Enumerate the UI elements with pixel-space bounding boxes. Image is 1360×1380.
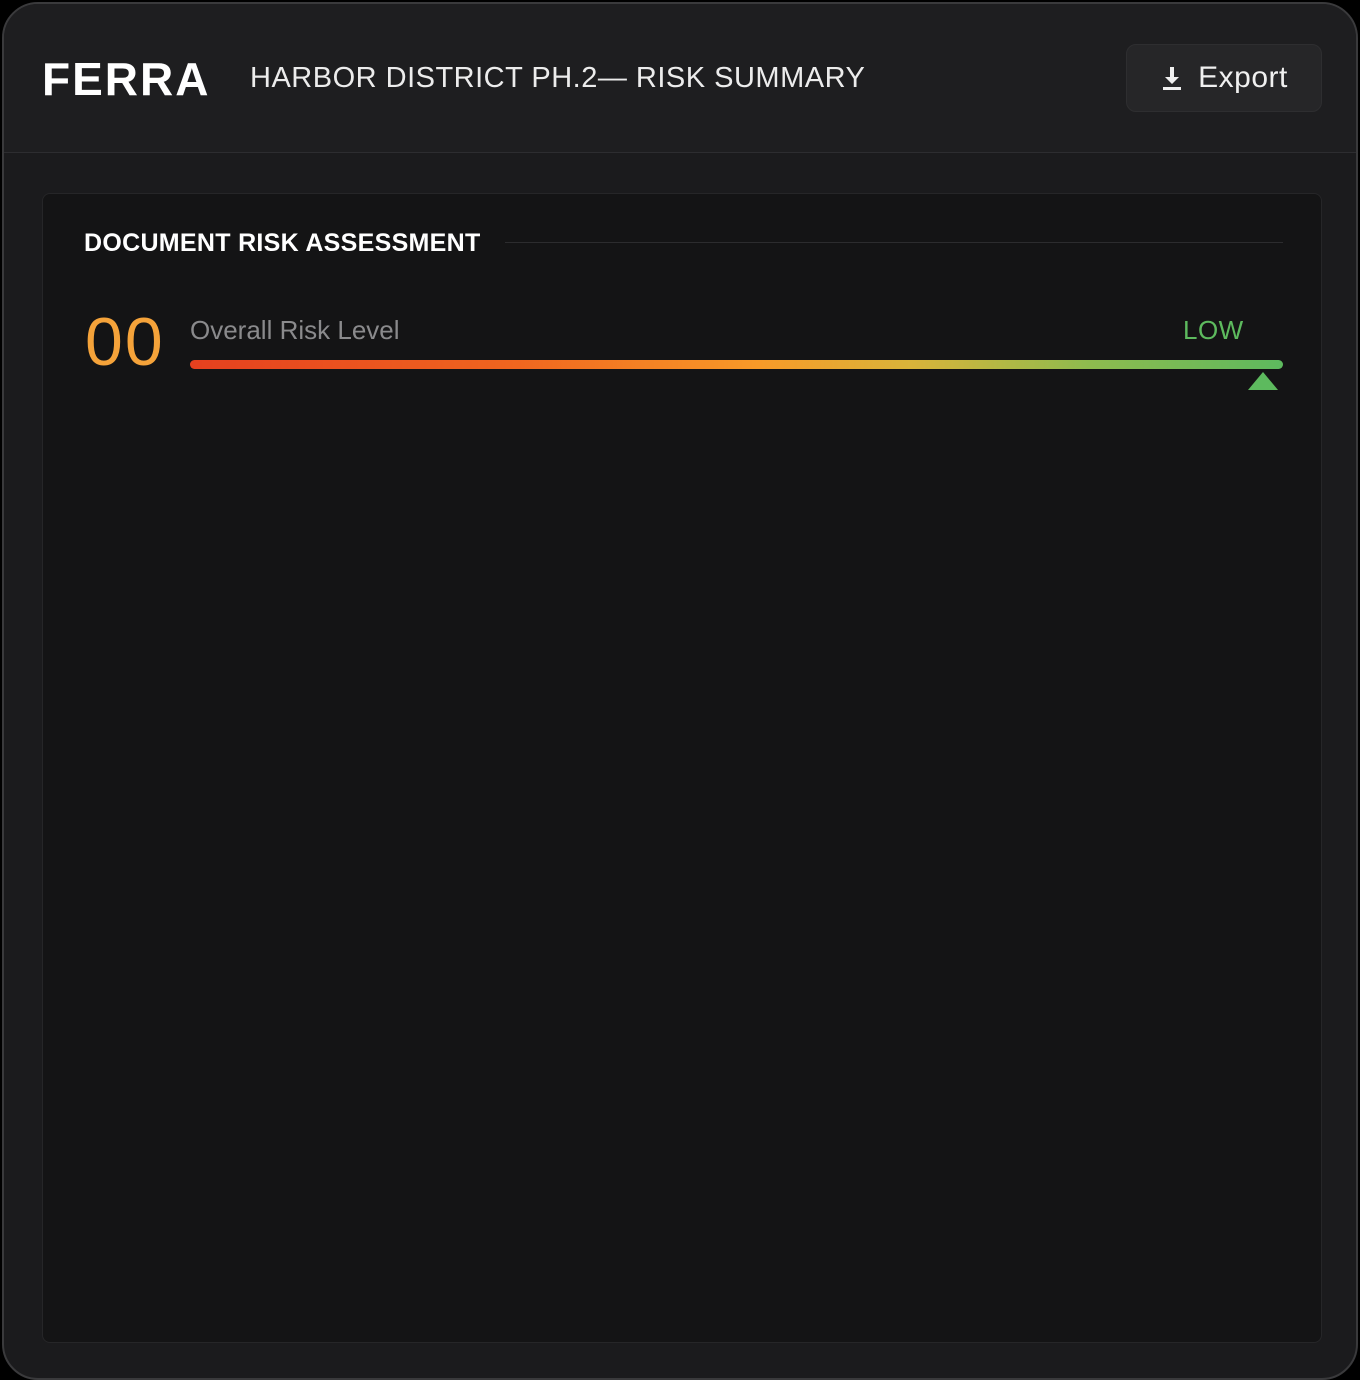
risk-level-value: LOW: [1183, 315, 1244, 345]
brand-logo: FERRA: [42, 53, 211, 105]
header-bar: FERRA HARBOR DISTRICT PH.2— RISK SUMMARY…: [4, 4, 1356, 153]
risk-assessment-panel: DOCUMENT RISK ASSESSMENT 00 Overall Risk…: [42, 193, 1322, 1343]
risk-level-label: Overall Risk Level: [190, 315, 400, 345]
triangle-up-icon: [1248, 372, 1279, 390]
risk-gradient-bar: [190, 360, 1283, 369]
app-window: FERRA HARBOR DISTRICT PH.2— RISK SUMMARY…: [2, 2, 1358, 1380]
export-button-label: Export: [1198, 61, 1288, 94]
section-title: DOCUMENT RISK ASSESSMENT: [84, 229, 481, 257]
risk-score: 00: [85, 304, 165, 380]
page-title: HARBOR DISTRICT PH.2— RISK SUMMARY: [250, 62, 866, 94]
export-button[interactable]: Export: [1126, 44, 1322, 112]
section-divider: [505, 242, 1283, 243]
download-icon: [1163, 67, 1182, 90]
